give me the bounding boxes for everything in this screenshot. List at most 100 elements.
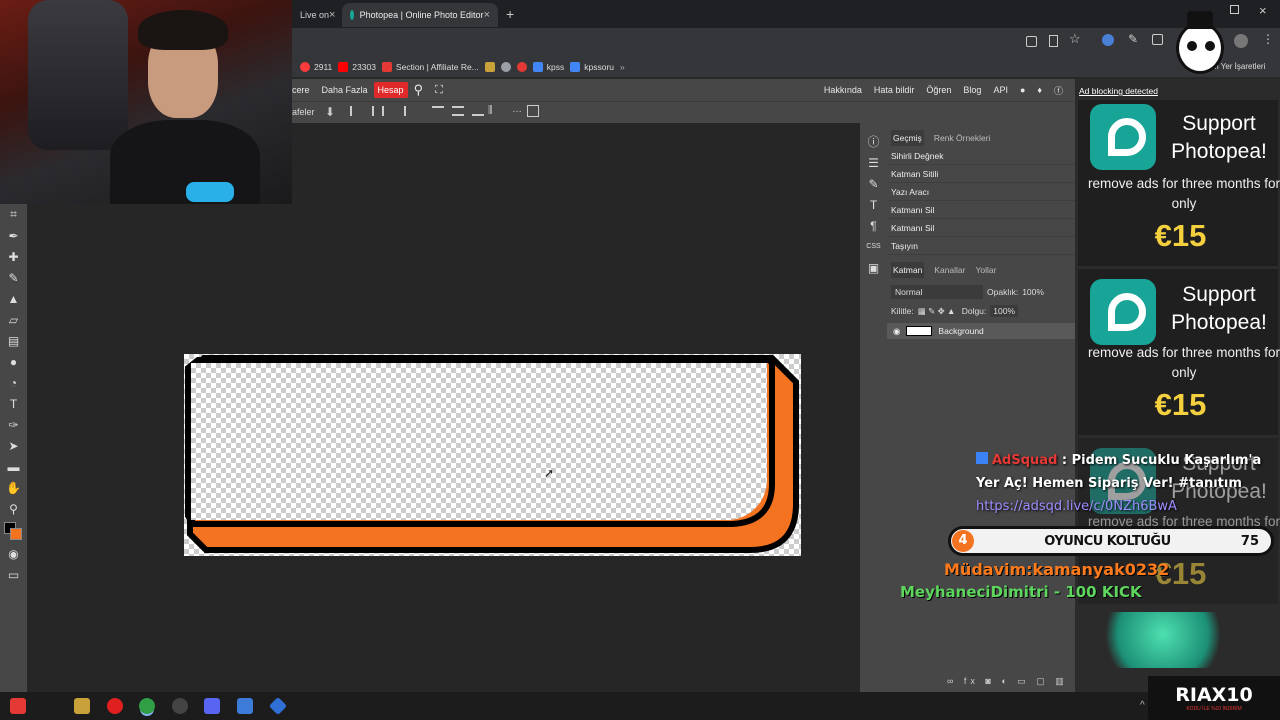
app-icon[interactable]: [268, 696, 288, 716]
layer-row[interactable]: ◉ Background: [887, 323, 1075, 339]
layer-name[interactable]: Background: [938, 326, 983, 336]
menu-item-blog[interactable]: Blog: [957, 85, 987, 95]
quick-mask-icon[interactable]: ◉: [0, 543, 27, 564]
menu-item-api[interactable]: API: [987, 85, 1014, 95]
close-icon[interactable]: ×: [329, 9, 335, 21]
eyedropper-tool-icon[interactable]: ✒: [0, 225, 27, 246]
info-icon[interactable]: ⓘ: [860, 131, 887, 152]
align-center-icon[interactable]: [372, 106, 384, 116]
eraser-tool-icon[interactable]: ▱: [0, 309, 27, 330]
tab-layers[interactable]: Katman: [891, 262, 925, 278]
browser-tab-photopea[interactable]: Photopea | Online Photo Editor ×: [342, 3, 498, 27]
eye-icon[interactable]: ◉: [893, 326, 900, 337]
character-icon[interactable]: T: [860, 194, 887, 215]
download-icon[interactable]: ⬇: [325, 105, 335, 119]
tab-paths[interactable]: Yollar: [975, 265, 996, 275]
shape-tool-icon[interactable]: ▬: [0, 456, 27, 477]
bookmark-item[interactable]: kpssoru: [570, 61, 614, 72]
install-app-icon[interactable]: [1026, 36, 1037, 47]
bookmark-item[interactable]: 2911: [300, 61, 332, 72]
lock-icons[interactable]: ▦ ✎ ✥ ▲: [918, 306, 958, 317]
align-right-icon[interactable]: [394, 106, 406, 116]
adsquad-link[interactable]: https://adsqd.live/c/0NZh6BwA: [976, 495, 1276, 518]
align-top-icon[interactable]: [432, 106, 444, 116]
new-tab-button[interactable]: +: [506, 6, 514, 22]
app-icon[interactable]: [10, 698, 26, 714]
paragraph-icon[interactable]: ¶: [860, 215, 887, 236]
document-canvas[interactable]: ➚: [184, 354, 801, 556]
history-item[interactable]: Sihirli Değnek: [887, 147, 1075, 165]
bookmark-item[interactable]: Section | Affiliate Re...: [381, 61, 479, 72]
color-swatches[interactable]: [0, 519, 27, 543]
bookmark-overflow-icon[interactable]: »: [620, 62, 625, 72]
zoom-tool-icon[interactable]: ⚲: [0, 498, 27, 519]
all-bookmarks-label[interactable]: m Yer İşaretleri: [1212, 62, 1265, 71]
path-select-tool-icon[interactable]: ➤: [0, 435, 27, 456]
distribute-icon[interactable]: ⫼: [488, 105, 493, 116]
opera-icon[interactable]: [107, 698, 123, 714]
screen-mode-icon[interactable]: ▭: [0, 564, 27, 585]
support-ad[interactable]: Support Photopea! remove ads for three m…: [1078, 100, 1280, 266]
history-item[interactable]: Katmanı Sil: [887, 219, 1075, 237]
background-color-swatch[interactable]: [10, 528, 22, 540]
menu-item-about[interactable]: Hakkında: [818, 85, 868, 95]
bookmark-item[interactable]: kpss: [532, 61, 564, 72]
dodge-tool-icon[interactable]: ◔: [0, 372, 27, 393]
menu-item-report-bug[interactable]: Hata bildir: [868, 85, 921, 95]
discord-icon[interactable]: [204, 698, 220, 714]
pen-tool-icon[interactable]: ✑: [0, 414, 27, 435]
close-icon[interactable]: ×: [484, 9, 490, 21]
adjustments-icon[interactable]: ☰: [860, 152, 887, 173]
image-icon[interactable]: ▣: [860, 257, 887, 278]
app-icon[interactable]: [74, 698, 90, 714]
twitter-icon[interactable]: ♦: [1031, 85, 1048, 95]
history-item[interactable]: Taşıyın: [887, 237, 1075, 255]
extensions-puzzle-icon[interactable]: [1152, 34, 1163, 45]
bookmark-item[interactable]: 23303: [338, 61, 376, 72]
restore-icon[interactable]: [1230, 5, 1239, 14]
align-middle-icon[interactable]: [452, 106, 464, 116]
menu-item-learn[interactable]: Öğren: [920, 85, 957, 95]
tab-channels[interactable]: Kanallar: [934, 265, 965, 275]
stamp-tool-icon[interactable]: ▲: [0, 288, 27, 309]
gradient-tool-icon[interactable]: ▤: [0, 330, 27, 351]
grid-icon[interactable]: [527, 105, 539, 117]
tab-swatches[interactable]: Renk Örnekleri: [934, 133, 991, 143]
app-icon[interactable]: [237, 698, 253, 714]
blend-mode-select[interactable]: Normal: [891, 285, 983, 299]
hand-tool-icon[interactable]: ✋: [0, 477, 27, 498]
bookmark-star-icon[interactable]: ☆: [1069, 31, 1081, 47]
search-icon[interactable]: ⚲: [408, 82, 430, 98]
pen-extension-icon[interactable]: ✎: [1128, 32, 1138, 46]
reddit-icon[interactable]: ●: [1014, 85, 1031, 95]
chrome-icon[interactable]: [139, 698, 155, 714]
opacity-value[interactable]: 100%: [1022, 287, 1044, 297]
menu-item-account[interactable]: Hesap: [373, 82, 408, 98]
extension-icon[interactable]: [1102, 34, 1114, 46]
menu-item-more[interactable]: Daha Fazla: [316, 85, 374, 95]
window-close-icon[interactable]: ×: [1259, 3, 1267, 18]
css-icon[interactable]: CSS: [860, 236, 887, 257]
obs-icon[interactable]: [172, 698, 188, 714]
layer-footer-icons[interactable]: ∞ fx ◙ ◐ ▭ ▢ ▥: [947, 676, 1068, 687]
history-item[interactable]: Yazı Aracı: [887, 183, 1075, 201]
browser-tab-previous[interactable]: Live on ×: [292, 3, 340, 27]
tray-chevron-icon[interactable]: ^: [1140, 700, 1145, 711]
brush-settings-icon[interactable]: ✎: [860, 173, 887, 194]
bookmark-item[interactable]: [500, 61, 511, 72]
align-bottom-icon[interactable]: [472, 106, 484, 116]
crop-tool-icon[interactable]: ⌗: [0, 204, 27, 225]
page-icon[interactable]: [1049, 35, 1058, 47]
fullscreen-icon[interactable]: ⛶: [429, 84, 449, 97]
healing-tool-icon[interactable]: ✚: [0, 246, 27, 267]
history-item[interactable]: Katmanı Sil: [887, 201, 1075, 219]
history-item[interactable]: Katman Sitili: [887, 165, 1075, 183]
facebook-icon[interactable]: ⓕ: [1048, 84, 1069, 97]
bookmark-item[interactable]: [484, 61, 495, 72]
menu-kebab-icon[interactable]: ⋮: [1262, 32, 1274, 46]
brush-tool-icon[interactable]: ✎: [0, 267, 27, 288]
fill-value[interactable]: 100%: [990, 305, 1019, 317]
support-ad[interactable]: Support Photopea! remove ads for three m…: [1078, 269, 1280, 435]
bookmark-item[interactable]: [516, 61, 527, 72]
type-tool-icon[interactable]: T: [0, 393, 27, 414]
